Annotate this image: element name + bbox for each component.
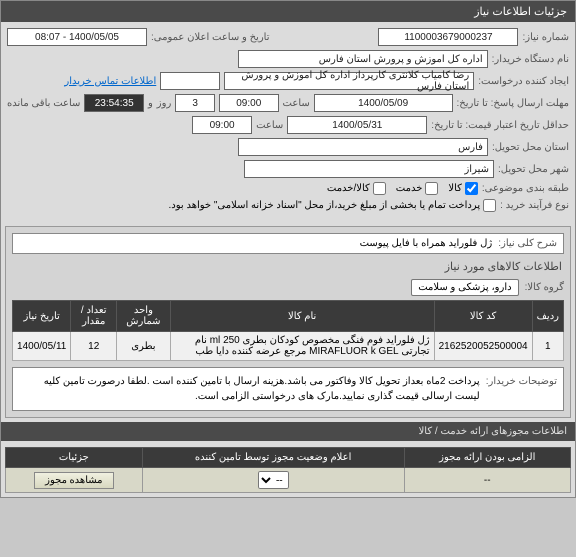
table-row: 1 2162520052500004 ژل فلوراید فوم فنگی م…: [13, 332, 564, 361]
label-buyer-notes: توضیحات خریدار:: [486, 374, 557, 404]
label-province: استان محل تحویل:: [492, 142, 569, 153]
field-reply-date: 1400/05/09: [314, 94, 453, 112]
th-date: تاریخ نیاز: [13, 301, 71, 332]
field-valid-time: 09:00: [192, 116, 252, 134]
label-purchase-type: نوع فرآیند خرید :: [500, 200, 569, 211]
th-unit: واحد شمارش: [117, 301, 171, 332]
view-permit-button[interactable]: مشاهده مجوز: [34, 472, 113, 489]
label-subject-cat: طبقه بندی موضوعی:: [482, 183, 569, 194]
items-title: اطلاعات کالاهای مورد نیاز: [14, 260, 562, 273]
label-req-no: شماره نیاز:: [522, 32, 569, 43]
label-group: گروه کالا:: [525, 282, 564, 293]
check-purchase-type[interactable]: پرداخت تمام یا بخشی از مبلغ خرید،از محل …: [169, 199, 497, 212]
status-select[interactable]: --: [258, 471, 289, 489]
panel-title: جزئیات اطلاعات نیاز: [1, 1, 575, 22]
buyer-notes-box: توضیحات خریدار: پرداخت 2ماه بعداز تحویل …: [12, 367, 564, 411]
cell-qty: 12: [71, 332, 117, 361]
check-goods[interactable]: کالا: [448, 182, 478, 195]
label-valid-from: حداقل تاریخ اعتبار قیمت: تا تاریخ:: [431, 120, 569, 131]
th-name: نام کالا: [170, 301, 434, 332]
label-and: و: [148, 98, 153, 109]
th-idx: ردیف: [532, 301, 563, 332]
th-qty: تعداد / مقدار: [71, 301, 117, 332]
table-header-row: ردیف کد کالا نام کالا واحد شمارش تعداد /…: [13, 301, 564, 332]
field-group: دارو، پزشکی و سلامت: [411, 279, 518, 296]
checkbox-service[interactable]: [425, 182, 438, 195]
scell-3: مشاهده مجوز: [6, 468, 143, 493]
field-province: فارس: [238, 138, 488, 156]
category-checks: کالا خدمت کالا/خدمت: [327, 182, 478, 195]
field-remain-days: 3: [175, 94, 215, 112]
field-reply-time: 09:00: [219, 94, 279, 112]
label-buyer-org: نام دستگاه خریدار:: [492, 54, 569, 65]
sth-3: جزئیات: [6, 448, 143, 468]
text-desc: ژل فلوراید همراه با فایل پیوست: [360, 238, 493, 249]
cell-unit: بطری: [117, 332, 171, 361]
label-hour1: ساعت: [283, 98, 310, 109]
field-buyer-org: اداره کل اموزش و پرورش استان فارس: [238, 50, 488, 68]
desc-row: شرح کلی نیاز: ژل فلوراید همراه با فایل پ…: [12, 233, 564, 254]
check-goods-service[interactable]: کالا/خدمت: [327, 182, 386, 195]
status-table: الزامی بودن ارائه مجوز اعلام وضعیت مجوز …: [5, 447, 571, 493]
status-row: -- -- مشاهده مجوز: [6, 468, 571, 493]
field-remain-time: 23:54:35: [84, 94, 144, 112]
checkbox-goods-service[interactable]: [373, 182, 386, 195]
scell-1: --: [404, 468, 570, 493]
cell-code: 2162520052500004: [434, 332, 532, 361]
sth-1: الزامی بودن ارائه مجوز: [404, 448, 570, 468]
label-city: شهر محل تحویل:: [498, 164, 569, 175]
field-creator: رضا کامیاب کلانتری کارپرداز اداره کل امو…: [224, 72, 474, 90]
cell-date: 1400/05/11: [13, 332, 71, 361]
header-section: شماره نیاز: 1100003679000237 تاریخ و ساع…: [1, 22, 575, 222]
label-pub-datetime: تاریخ و ساعت اعلان عمومی:: [151, 32, 270, 43]
check-service[interactable]: خدمت: [396, 182, 439, 195]
items-table: ردیف کد کالا نام کالا واحد شمارش تعداد /…: [12, 300, 564, 361]
field-city: شیراز: [244, 160, 494, 178]
field-valid-date: 1400/05/31: [287, 116, 427, 134]
field-req-no: 1100003679000237: [378, 28, 518, 46]
scell-2: --: [142, 468, 404, 493]
cell-idx: 1: [532, 332, 563, 361]
text-buyer-notes: پرداخت 2ماه بعداز تحویل کالا وفاکتور می …: [19, 374, 480, 404]
label-day: روز: [157, 98, 172, 109]
th-code: کد کالا: [434, 301, 532, 332]
sth-2: اعلام وضعیت مجوز توسط تامین کننده: [142, 448, 404, 468]
main-panel: جزئیات اطلاعات نیاز شماره نیاز: 11000036…: [0, 0, 576, 498]
link-contact-info[interactable]: اطلاعات تماس خریدار: [64, 76, 156, 87]
text-purchase-note: پرداخت تمام یا بخشی از مبلغ خرید،از محل …: [169, 200, 481, 211]
checkbox-purchase-type[interactable]: [483, 199, 496, 212]
field-pub-datetime: 1400/05/05 - 08:07: [7, 28, 147, 46]
label-reply-deadline: مهلت ارسال پاسخ: تا تاریخ:: [457, 98, 569, 109]
label-hour2: ساعت: [256, 120, 283, 131]
cell-name: ژل فلوراید فوم فنگی مخصوص کودکان بطری 25…: [170, 332, 434, 361]
label-desc: شرح کلی نیاز:: [498, 238, 557, 249]
details-box: شرح کلی نیاز: ژل فلوراید همراه با فایل پ…: [5, 226, 571, 418]
field-contact-blank: [160, 72, 220, 90]
checkbox-goods[interactable]: [465, 182, 478, 195]
label-creator: ایجاد کننده درخواست:: [478, 76, 569, 87]
label-remain: ساعت باقی مانده: [7, 98, 80, 109]
footer-title: اطلاعات مجوزهای ارائه خدمت / کالا: [1, 422, 575, 441]
